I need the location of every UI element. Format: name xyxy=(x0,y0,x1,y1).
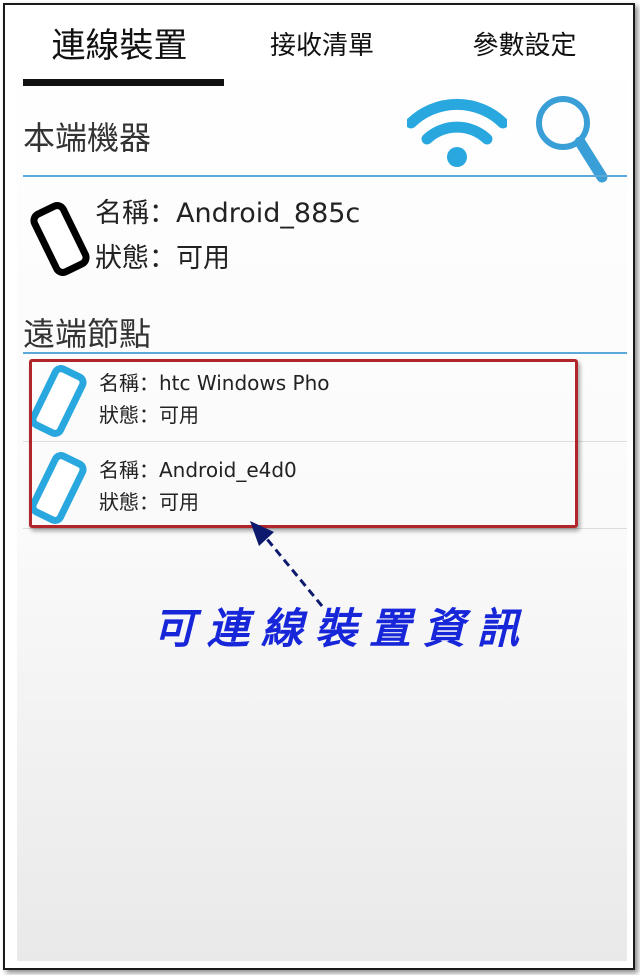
active-tab-indicator xyxy=(23,79,224,86)
app-screen: 連線裝置 接收清單 參數設定 本端機器 名稱：Android_885c 狀態：可… xyxy=(17,13,627,961)
tab-bar: 連線裝置 接收清單 參數設定 xyxy=(17,13,627,79)
local-name-label: 名稱： xyxy=(95,198,176,229)
tab-received-list[interactable]: 接收清單 xyxy=(222,13,422,79)
local-section-divider xyxy=(23,175,627,177)
local-name-value: Android_885c xyxy=(176,198,361,229)
tab-connected-devices[interactable]: 連線裝置 xyxy=(17,13,222,79)
local-name-row: 名稱：Android_885c xyxy=(95,191,360,230)
screenshot-frame: 連線裝置 接收清單 參數設定 本端機器 名稱：Android_885c 狀態：可… xyxy=(3,3,635,970)
local-section-title: 本端機器 xyxy=(23,119,152,157)
highlight-box xyxy=(29,359,578,528)
local-status-value: 可用 xyxy=(176,243,230,274)
local-status-label: 狀態： xyxy=(95,243,176,274)
remote-section-title: 遠端節點 xyxy=(23,315,152,353)
annotation-text: 可連線裝置資訊 xyxy=(153,604,532,653)
phone-icon xyxy=(29,201,91,281)
wifi-icon[interactable] xyxy=(405,93,509,175)
tab-settings[interactable]: 參數設定 xyxy=(422,13,627,79)
local-status-row: 狀態：可用 xyxy=(95,236,230,275)
remote-section-divider xyxy=(23,352,627,354)
